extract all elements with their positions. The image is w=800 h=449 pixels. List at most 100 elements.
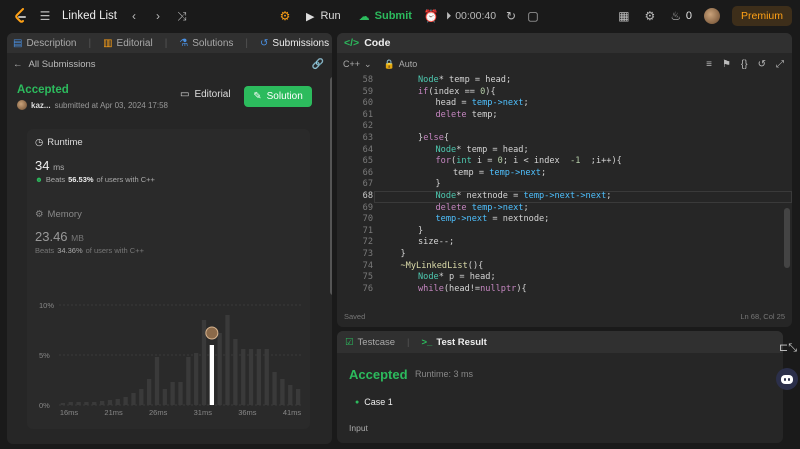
arrow-left-icon: ← xyxy=(13,59,23,70)
share-link-icon[interactable]: 🔗 xyxy=(312,59,324,70)
tab-description[interactable]: ▤ Description xyxy=(13,38,76,49)
code-line[interactable]: 76 while(head!=nullptr){ xyxy=(337,284,792,296)
checkbox-icon: ☑ xyxy=(345,336,354,348)
alarm-icon[interactable]: ⏰ xyxy=(423,9,438,23)
next-problem-icon[interactable]: › xyxy=(151,9,165,23)
test-result-panel: ☑ Testcase | >_ Test Result Accepted Run… xyxy=(337,331,783,443)
line-number: 72 xyxy=(362,237,373,248)
note-icon[interactable]: ▢ xyxy=(526,9,540,23)
line-text: }else{ xyxy=(418,133,450,143)
code-line[interactable]: 69 delete temp->next; xyxy=(337,203,792,215)
collapse-icon[interactable]: ⊏ xyxy=(779,342,788,354)
code-line[interactable]: 74 ~MyLinkedList(){ xyxy=(337,261,792,273)
code-line[interactable]: 59 if(index == 0){ xyxy=(337,87,792,99)
timer[interactable]: ⏵ 00:00:40 xyxy=(446,10,496,23)
code-line[interactable]: 65 for(int i = 0; i < index -1 ;i++){ xyxy=(337,156,792,168)
run-button[interactable]: ▶ Run xyxy=(300,10,347,23)
language-select[interactable]: C++ xyxy=(343,59,360,69)
settings-gear-icon[interactable]: ⚙ xyxy=(643,9,657,23)
expand-icon[interactable]: ⤡ xyxy=(788,342,797,354)
chart-x-tick: 41ms xyxy=(283,408,302,417)
chart-bar xyxy=(256,349,262,405)
code-line[interactable]: 73} xyxy=(337,249,792,261)
line-number: 58 xyxy=(362,75,373,85)
prev-problem-icon[interactable]: ‹ xyxy=(127,9,141,23)
chip-icon: ⚙ xyxy=(35,209,44,220)
leetcode-logo-icon[interactable] xyxy=(14,8,28,24)
chart-x-tick: 26ms xyxy=(149,408,168,417)
shuffle-icon[interactable]: ⤨ xyxy=(175,9,189,24)
chart-x-tick: 21ms xyxy=(104,408,123,417)
all-submissions-link[interactable]: ← All Submissions xyxy=(13,59,96,70)
tab-test-result[interactable]: >_ Test Result xyxy=(422,337,487,348)
code-line[interactable]: 70 temp->next = nextnode; xyxy=(337,214,792,226)
line-number: 76 xyxy=(362,283,373,294)
layout-grid-icon[interactable]: ▦ xyxy=(617,9,631,23)
input-label: Input xyxy=(349,423,368,433)
code-line[interactable]: 60 head = temp->next; xyxy=(337,98,792,110)
memory-beats: Beats 34.36% of users with C++ xyxy=(35,246,144,255)
terminal-icon: >_ xyxy=(421,336,433,348)
premium-button[interactable]: Premium xyxy=(731,6,792,26)
runtime-label[interactable]: ◷ Runtime xyxy=(35,137,83,148)
code-line[interactable]: 62 xyxy=(337,121,792,133)
submit-button[interactable]: ☁ Submit xyxy=(355,10,416,23)
side-tools: ⊏⤡ xyxy=(779,341,797,355)
chart-bar xyxy=(178,382,183,405)
code-line[interactable]: 71} xyxy=(337,226,792,238)
tab-solutions[interactable]: ⚗ Solutions xyxy=(179,38,233,49)
chart-bar xyxy=(68,402,73,405)
debug-icon[interactable]: ⚙ xyxy=(278,9,292,23)
streak-counter[interactable]: ♨ 0 xyxy=(669,9,692,23)
username[interactable]: kaz... xyxy=(31,101,51,110)
bookmark-icon[interactable]: ⚑ xyxy=(722,59,731,70)
chart-bar xyxy=(60,403,66,405)
chart-bar xyxy=(280,379,285,405)
tab-testcase[interactable]: ☑ Testcase xyxy=(345,337,395,348)
problem-list-title[interactable]: Linked List xyxy=(62,10,117,22)
memory-label[interactable]: ⚙ Memory xyxy=(35,209,82,220)
code-line[interactable]: 72 size--; xyxy=(337,237,792,249)
tab-editorial[interactable]: ▥ Editorial xyxy=(103,38,153,49)
solution-button[interactable]: ✎ Solution xyxy=(244,86,312,107)
code-line[interactable]: 61 delete temp; xyxy=(337,110,792,122)
assistant-bubble-icon[interactable] xyxy=(776,368,798,390)
tab-separator: | xyxy=(245,37,249,49)
code-line[interactable]: 67} xyxy=(337,179,792,191)
book-icon: ▥ xyxy=(103,37,113,49)
user-avatar[interactable] xyxy=(703,8,720,24)
fullscreen-icon[interactable]: ⤢ xyxy=(776,59,784,70)
code-line[interactable]: 68 Node* nextnode = temp->next->next; xyxy=(337,191,792,203)
line-number: 74 xyxy=(362,260,373,271)
left-panel-scrollbar[interactable] xyxy=(330,77,332,295)
pass-dot-icon: ● xyxy=(355,398,360,406)
play-icon: ▶ xyxy=(306,10,315,23)
code-line[interactable]: 64 Node* temp = head; xyxy=(337,145,792,157)
reset-icon[interactable]: ↺ xyxy=(758,59,766,70)
problem-list-icon[interactable]: ☰ xyxy=(38,9,52,23)
chart-bar xyxy=(272,372,277,405)
line-number: 75 xyxy=(362,272,373,283)
code-editor[interactable]: 58 Node* temp = head; 59 if(index == 0){60 h… xyxy=(337,75,792,307)
editor-scrollbar[interactable] xyxy=(784,208,790,268)
runtime-distribution-chart[interactable]: 10% 5% 0% 16ms 21ms 26ms 31ms 36ms 41ms xyxy=(27,265,310,429)
code-line[interactable]: 75 Node* p = head; xyxy=(337,272,792,284)
code-line[interactable]: 66 temp = temp->next; xyxy=(337,168,792,180)
case-1-tab[interactable]: ● Case 1 xyxy=(355,397,393,407)
editorial-button[interactable]: ▭ Editorial xyxy=(180,89,231,100)
line-text: ~MyLinkedList(){ xyxy=(400,260,484,271)
chart-bar xyxy=(225,315,230,405)
braces-icon[interactable]: {} xyxy=(741,59,748,70)
editor-status-bar: Saved Ln 68, Col 25 xyxy=(337,309,792,325)
group-icon: ☻ xyxy=(35,175,43,184)
tab-submissions[interactable]: ↺ Submissions xyxy=(260,38,329,49)
code-line[interactable]: 58 Node* temp = head; xyxy=(337,75,792,87)
code-line[interactable]: 63}else{ xyxy=(337,133,792,145)
refresh-icon[interactable]: ↻ xyxy=(504,9,518,23)
top-bar-right: ▦ ⚙ ♨ 0 Premium xyxy=(617,0,792,32)
auto-mode[interactable]: Auto xyxy=(399,59,418,69)
chart-y-tick: 10% xyxy=(39,301,54,310)
format-icon[interactable]: ≡ xyxy=(706,59,712,70)
lock-icon: 🔒 xyxy=(383,58,395,69)
chart-x-tick: 31ms xyxy=(194,408,213,417)
